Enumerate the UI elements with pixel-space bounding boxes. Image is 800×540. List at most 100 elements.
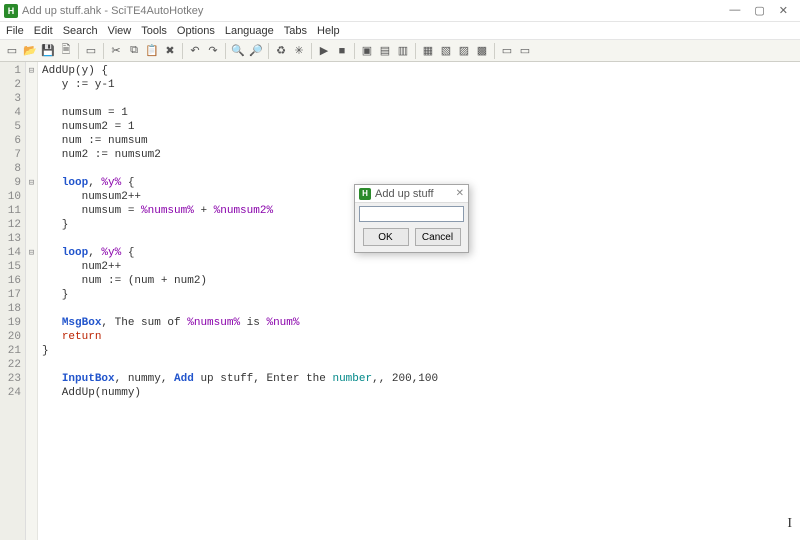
line-number: 9 — [0, 176, 21, 190]
fold-marker[interactable] — [26, 148, 37, 162]
code-line[interactable] — [42, 92, 800, 106]
fold-marker[interactable] — [26, 344, 37, 358]
fold-marker[interactable] — [26, 190, 37, 204]
code-line[interactable]: } — [42, 344, 800, 358]
code-area[interactable]: AddUp(y) { y := y-1 numsum = 1 numsum2 =… — [38, 62, 800, 540]
code-line[interactable]: return — [42, 330, 800, 344]
code-line[interactable]: numsum2 = 1 — [42, 120, 800, 134]
panel4-icon[interactable]: ▩ — [474, 43, 490, 59]
find-icon[interactable]: 🔍 — [230, 43, 246, 59]
code-token: number — [332, 373, 372, 385]
code-token: Add — [174, 373, 194, 385]
run-icon[interactable]: ▶ — [316, 43, 332, 59]
panel1-icon[interactable]: ▦ — [420, 43, 436, 59]
copy-icon[interactable]: ⧉ — [126, 43, 142, 59]
extra2-icon[interactable]: ▭ — [517, 43, 533, 59]
panel3-icon[interactable]: ▨ — [456, 43, 472, 59]
code-line[interactable]: num2++ — [42, 260, 800, 274]
menu-language[interactable]: Language — [225, 25, 274, 37]
code-editor[interactable]: 123456789101112131415161718192021222324 … — [0, 62, 800, 540]
open-icon[interactable]: 📂 — [22, 43, 38, 59]
fold-marker[interactable] — [26, 162, 37, 176]
fold-marker[interactable] — [26, 232, 37, 246]
minimize-button[interactable]: — — [729, 4, 740, 17]
fold-marker[interactable]: ⊟ — [26, 176, 37, 190]
extra1-icon[interactable]: ▭ — [499, 43, 515, 59]
cancel-button[interactable]: Cancel — [415, 228, 461, 246]
undo-icon[interactable]: ↶ — [187, 43, 203, 59]
close-button[interactable]: ✕ — [779, 4, 788, 17]
toggle-icon[interactable]: ✳ — [291, 43, 307, 59]
fold-marker[interactable] — [26, 330, 37, 344]
window2-icon[interactable]: ▤ — [377, 43, 393, 59]
dialog-input[interactable] — [359, 206, 464, 222]
code-line[interactable]: num := (num + num2) — [42, 274, 800, 288]
save-icon[interactable]: 💾 — [40, 43, 56, 59]
delete-icon[interactable]: ✖ — [162, 43, 178, 59]
menu-search[interactable]: Search — [63, 25, 98, 37]
menu-options[interactable]: Options — [177, 25, 215, 37]
fold-marker[interactable] — [26, 372, 37, 386]
fold-marker[interactable] — [26, 260, 37, 274]
code-line[interactable]: numsum = 1 — [42, 106, 800, 120]
menu-help[interactable]: Help — [317, 25, 340, 37]
fold-marker[interactable] — [26, 316, 37, 330]
maximize-button[interactable]: ▢ — [754, 4, 764, 17]
window3-icon[interactable]: ▥ — [395, 43, 411, 59]
code-token: y := y-1 — [42, 79, 115, 91]
menu-tabs[interactable]: Tabs — [284, 25, 307, 37]
saveall-icon[interactable]: 🗎 — [58, 43, 74, 59]
code-line[interactable]: MsgBox, The sum of %numsum% is %num% — [42, 316, 800, 330]
dialog-close-icon[interactable]: ✕ — [456, 188, 464, 199]
fold-marker[interactable] — [26, 134, 37, 148]
code-line[interactable]: num := numsum — [42, 134, 800, 148]
code-line[interactable]: num2 := numsum2 — [42, 148, 800, 162]
fold-marker[interactable] — [26, 120, 37, 134]
code-line[interactable]: y := y-1 — [42, 78, 800, 92]
code-line[interactable] — [42, 358, 800, 372]
ok-button[interactable]: OK — [363, 228, 409, 246]
fold-column[interactable]: ⊟ ⊟ ⊟ — [26, 62, 38, 540]
redo-icon[interactable]: ↷ — [205, 43, 221, 59]
line-number: 17 — [0, 288, 21, 302]
fold-marker[interactable] — [26, 218, 37, 232]
refresh-icon[interactable]: ♻ — [273, 43, 289, 59]
menu-tools[interactable]: Tools — [141, 25, 167, 37]
menu-view[interactable]: View — [108, 25, 132, 37]
fold-marker[interactable] — [26, 106, 37, 120]
dialog-body: OK Cancel — [355, 203, 468, 252]
fold-marker[interactable]: ⊟ — [26, 246, 37, 260]
fold-marker[interactable] — [26, 78, 37, 92]
menu-edit[interactable]: Edit — [34, 25, 53, 37]
fold-marker[interactable] — [26, 302, 37, 316]
print-icon[interactable]: ▭ — [83, 43, 99, 59]
fold-marker[interactable] — [26, 204, 37, 218]
paste-icon[interactable]: 📋 — [144, 43, 160, 59]
code-line[interactable] — [42, 162, 800, 176]
fold-marker[interactable] — [26, 92, 37, 106]
line-number: 19 — [0, 316, 21, 330]
code-line[interactable]: AddUp(y) { — [42, 64, 800, 78]
fold-marker[interactable] — [26, 386, 37, 400]
new-icon[interactable]: ▭ — [4, 43, 20, 59]
replace-icon[interactable]: 🔎 — [248, 43, 264, 59]
code-token: loop — [62, 177, 88, 189]
menu-file[interactable]: File — [6, 25, 24, 37]
fold-marker[interactable] — [26, 274, 37, 288]
cut-icon[interactable]: ✂ — [108, 43, 124, 59]
code-token — [42, 177, 62, 189]
stop-icon[interactable]: ■ — [334, 43, 350, 59]
toolbar-separator — [494, 43, 495, 59]
code-line[interactable]: InputBox, nummy, Add up stuff, Enter the… — [42, 372, 800, 386]
panel2-icon[interactable]: ▧ — [438, 43, 454, 59]
code-token: is — [240, 317, 266, 329]
code-token: + — [194, 205, 214, 217]
fold-marker[interactable] — [26, 288, 37, 302]
code-line[interactable]: } — [42, 288, 800, 302]
fold-marker[interactable] — [26, 358, 37, 372]
toolbar-separator — [415, 43, 416, 59]
window1-icon[interactable]: ▣ — [359, 43, 375, 59]
code-line[interactable]: AddUp(nummy) — [42, 386, 800, 400]
code-line[interactable] — [42, 302, 800, 316]
fold-marker[interactable]: ⊟ — [26, 64, 37, 78]
